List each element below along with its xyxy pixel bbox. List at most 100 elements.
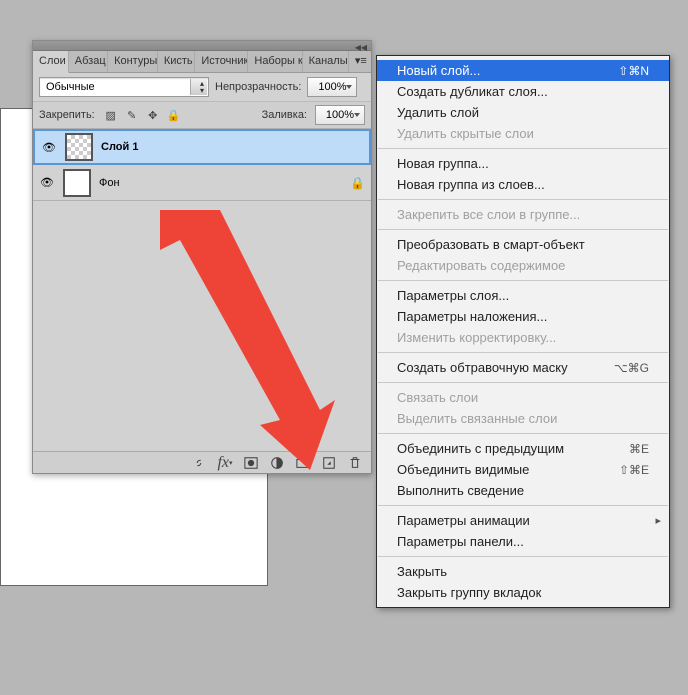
menu-separator — [378, 352, 668, 353]
menu-separator — [378, 505, 668, 506]
lock-label: Закрепить: — [39, 109, 95, 121]
fill-input[interactable]: 100% — [315, 105, 365, 125]
blend-row: Обычные ▴▾ Непрозрачность: 100% — [33, 73, 371, 102]
menu-close[interactable]: Закрыть — [377, 561, 669, 582]
layers-list: 👁 Слой 1 👁 Фон 🔒 — [33, 129, 371, 201]
layer-row[interactable]: 👁 Слой 1 — [33, 129, 371, 165]
link-layers-icon[interactable] — [191, 455, 207, 471]
lock-row: Закрепить: ▨ ✎ ✥ 🔒 Заливка: 100% — [33, 102, 371, 129]
tab-tool-presets[interactable]: Наборы к — [248, 51, 302, 72]
menu-panel-options[interactable]: Параметры панели... — [377, 531, 669, 552]
adjustment-layer-icon[interactable] — [269, 455, 285, 471]
tab-paragraph[interactable]: Абзац — [69, 51, 108, 72]
menu-layer-properties[interactable]: Параметры слоя... — [377, 285, 669, 306]
tab-channels[interactable]: Каналы — [303, 51, 349, 72]
layer-mask-icon[interactable] — [243, 455, 259, 471]
menu-group-from-layers[interactable]: Новая группа из слоев... — [377, 174, 669, 195]
layers-panel: ◀◀ Слои Абзац Контуры Кисть Источник Наб… — [32, 40, 372, 474]
menu-item-label: Удалить слой — [397, 105, 479, 120]
tab-brush[interactable]: Кисть — [158, 51, 196, 72]
menu-flatten[interactable]: Выполнить сведение — [377, 480, 669, 501]
menu-shortcut: ⇧⌘E — [619, 463, 649, 477]
tab-paths[interactable]: Контуры — [108, 51, 158, 72]
menu-clipping-mask[interactable]: Создать обтравочную маску ⌥⌘G — [377, 357, 669, 378]
menu-item-label: Параметры панели... — [397, 534, 524, 549]
menu-item-label: Связать слои — [397, 390, 478, 405]
menu-item-label: Закрыть группу вкладок — [397, 585, 541, 600]
menu-item-label: Выделить связанные слои — [397, 411, 557, 426]
menu-link-layers: Связать слои — [377, 387, 669, 408]
visibility-icon[interactable]: 👁 — [39, 176, 55, 189]
menu-item-label: Закрепить все слои в группе... — [397, 207, 580, 222]
delete-layer-icon[interactable] — [347, 455, 363, 471]
select-arrows-icon: ▴▾ — [200, 80, 204, 94]
new-layer-icon[interactable] — [321, 455, 337, 471]
visibility-icon[interactable]: 👁 — [41, 141, 57, 154]
lock-position-icon[interactable]: ✥ — [145, 107, 161, 123]
menu-edit-adjustment: Изменить корректировку... — [377, 327, 669, 348]
panel-header[interactable]: ◀◀ — [33, 41, 371, 51]
menu-shortcut: ⇧⌘N — [618, 64, 649, 78]
lock-icons: ▨ ✎ ✥ 🔒 — [103, 107, 182, 123]
menu-close-tab-group[interactable]: Закрыть группу вкладок — [377, 582, 669, 603]
menu-select-linked: Выделить связанные слои — [377, 408, 669, 429]
collapse-icon[interactable]: ◀◀ — [355, 43, 367, 52]
menu-new-layer[interactable]: Новый слой... ⇧⌘N — [377, 60, 669, 81]
menu-item-label: Объединить видимые — [397, 462, 529, 477]
menu-separator — [378, 229, 668, 230]
layer-style-icon[interactable]: fx▾ — [217, 455, 233, 471]
menu-animation-options[interactable]: Параметры анимации — [377, 510, 669, 531]
menu-item-label: Новая группа... — [397, 156, 489, 171]
opacity-label: Непрозрачность: — [215, 81, 301, 93]
menu-item-label: Удалить скрытые слои — [397, 126, 534, 141]
panel-menu-button[interactable]: ▾≡ — [349, 51, 371, 72]
fill-label: Заливка: — [262, 109, 307, 121]
menu-item-label: Объединить с предыдущим — [397, 441, 564, 456]
new-group-icon[interactable] — [295, 455, 311, 471]
menu-separator — [378, 148, 668, 149]
opacity-input[interactable]: 100% — [307, 77, 357, 97]
menu-separator — [378, 433, 668, 434]
menu-item-label: Закрыть — [397, 564, 447, 579]
lock-all-icon[interactable]: 🔒 — [166, 107, 182, 123]
layer-name[interactable]: Фон — [99, 177, 342, 189]
menu-separator — [378, 199, 668, 200]
layer-row[interactable]: 👁 Фон 🔒 — [33, 165, 371, 201]
menu-merge-down[interactable]: Объединить с предыдущим ⌘E — [377, 438, 669, 459]
menu-shortcut: ⌥⌘G — [614, 361, 649, 375]
fill-value: 100% — [326, 109, 354, 121]
menu-delete-hidden: Удалить скрытые слои — [377, 123, 669, 144]
menu-duplicate-layer[interactable]: Создать дубликат слоя... — [377, 81, 669, 102]
menu-separator — [378, 382, 668, 383]
menu-item-label: Параметры слоя... — [397, 288, 509, 303]
menu-item-label: Параметры анимации — [397, 513, 530, 528]
layer-thumbnail[interactable] — [63, 169, 91, 197]
tab-layers[interactable]: Слои — [33, 51, 69, 73]
menu-shortcut: ⌘E — [629, 442, 649, 456]
menu-item-label: Новая группа из слоев... — [397, 177, 545, 192]
tab-clone-source[interactable]: Источник — [195, 51, 248, 72]
opacity-value: 100% — [318, 81, 346, 93]
layer-name[interactable]: Слой 1 — [101, 141, 363, 153]
menu-edit-contents: Редактировать содержимое — [377, 255, 669, 276]
menu-new-group[interactable]: Новая группа... — [377, 153, 669, 174]
menu-blending-options[interactable]: Параметры наложения... — [377, 306, 669, 327]
panel-footer: fx▾ — [33, 451, 371, 473]
lock-transparency-icon[interactable]: ▨ — [103, 107, 119, 123]
lock-pixels-icon[interactable]: ✎ — [124, 107, 140, 123]
menu-item-label: Создать обтравочную маску — [397, 360, 568, 375]
menu-item-label: Выполнить сведение — [397, 483, 524, 498]
layer-thumbnail[interactable] — [65, 133, 93, 161]
menu-item-label: Параметры наложения... — [397, 309, 547, 324]
blend-mode-select[interactable]: Обычные ▴▾ — [39, 77, 209, 97]
menu-lock-group-layers: Закрепить все слои в группе... — [377, 204, 669, 225]
blend-mode-value: Обычные — [46, 81, 95, 93]
menu-item-label: Создать дубликат слоя... — [397, 84, 548, 99]
menu-delete-layer[interactable]: Удалить слой — [377, 102, 669, 123]
menu-merge-visible[interactable]: Объединить видимые ⇧⌘E — [377, 459, 669, 480]
menu-convert-smart-object[interactable]: Преобразовать в смарт-объект — [377, 234, 669, 255]
panel-tabs: Слои Абзац Контуры Кисть Источник Наборы… — [33, 51, 371, 73]
menu-item-label: Новый слой... — [397, 63, 480, 78]
menu-separator — [378, 280, 668, 281]
lock-icon: 🔒 — [350, 176, 365, 190]
